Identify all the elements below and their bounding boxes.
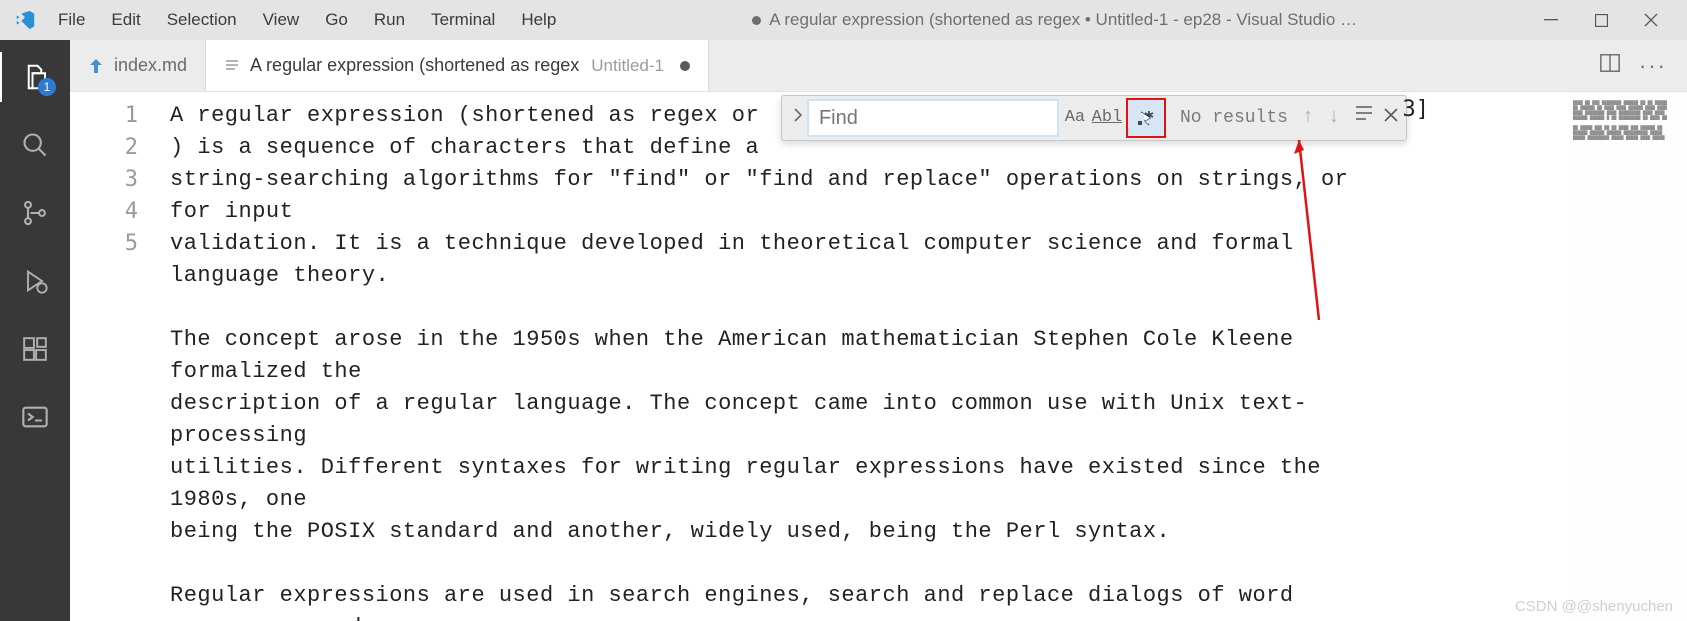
extensions-icon[interactable] bbox=[20, 334, 50, 364]
find-input[interactable] bbox=[808, 100, 1058, 136]
find-in-selection-icon[interactable] bbox=[1354, 102, 1374, 134]
watermark-text: CSDN @@shenyuchen bbox=[1515, 598, 1673, 615]
dirty-indicator-icon bbox=[680, 61, 690, 71]
window-title: A regular expression (shortened as regex… bbox=[568, 10, 1541, 30]
find-widget: Aa Abl No results ↑ ↓ bbox=[781, 95, 1407, 141]
minimap[interactable]: ████ ██ ███ ████████ ██████ ██ ██ ██████… bbox=[1567, 92, 1687, 621]
activity-bar: 1 bbox=[0, 40, 70, 621]
menu-help[interactable]: Help bbox=[509, 6, 568, 34]
editor-line bbox=[170, 292, 1390, 324]
menu-file[interactable]: File bbox=[46, 6, 97, 34]
editor-line: string-searching algorithms for "find" o… bbox=[170, 164, 1390, 228]
source-control-icon[interactable] bbox=[20, 198, 50, 228]
regex-toggle[interactable] bbox=[1126, 98, 1166, 138]
dirty-dot-icon bbox=[752, 16, 761, 25]
search-icon[interactable] bbox=[20, 130, 50, 160]
tab-bar: index.md A regular expression (shortened… bbox=[70, 40, 1687, 92]
editor-line: description of a regular language. The c… bbox=[170, 388, 1390, 452]
editor-line: validation. It is a technique developed … bbox=[170, 228, 1390, 292]
tab-label: index.md bbox=[114, 55, 187, 76]
peek-text: 3] bbox=[1403, 94, 1430, 126]
split-editor-icon[interactable] bbox=[1599, 52, 1621, 79]
prev-match-icon[interactable]: ↑ bbox=[1302, 102, 1314, 134]
next-match-icon[interactable]: ↓ bbox=[1328, 102, 1340, 134]
find-result-text: No results bbox=[1180, 102, 1288, 134]
title-bar: File Edit Selection View Go Run Terminal… bbox=[0, 0, 1687, 40]
run-debug-icon[interactable] bbox=[20, 266, 50, 296]
tab-untitled-1[interactable]: A regular expression (shortened as regex… bbox=[206, 40, 709, 91]
menu-run[interactable]: Run bbox=[362, 6, 417, 34]
window-title-text: A regular expression (shortened as regex… bbox=[769, 10, 1357, 30]
minimize-button[interactable] bbox=[1541, 10, 1561, 30]
whole-word-toggle[interactable]: Abl bbox=[1092, 103, 1122, 133]
vscode-logo-icon bbox=[14, 9, 36, 31]
tab-index-md[interactable]: index.md bbox=[70, 40, 206, 91]
editor-line bbox=[170, 548, 1390, 580]
more-actions-icon[interactable]: ··· bbox=[1639, 53, 1667, 79]
close-find-icon[interactable] bbox=[1384, 102, 1398, 134]
text-file-icon bbox=[224, 58, 240, 74]
match-case-toggle[interactable]: Aa bbox=[1060, 103, 1090, 133]
terminal-panel-icon[interactable] bbox=[20, 402, 50, 432]
editor-line: utilities. Different syntaxes for writin… bbox=[170, 452, 1390, 516]
line-numbers: 1 2 3 4 5 bbox=[70, 92, 170, 621]
editor-line: being the POSIX standard and another, wi… bbox=[170, 516, 1390, 548]
main-area: index.md A regular expression (shortened… bbox=[70, 40, 1687, 621]
menu-terminal[interactable]: Terminal bbox=[419, 6, 507, 34]
editor-content[interactable]: A regular expression (shortened as regex… bbox=[170, 92, 1567, 621]
tab-subtitle: Untitled-1 bbox=[591, 56, 664, 76]
menu-go[interactable]: Go bbox=[313, 6, 360, 34]
explorer-badge: 1 bbox=[38, 78, 56, 96]
close-button[interactable] bbox=[1641, 10, 1661, 30]
editor-line: The concept arose in the 1950s when the … bbox=[170, 324, 1390, 388]
editor[interactable]: 1 2 3 4 5 A regular expression (shortene… bbox=[70, 92, 1687, 621]
menu-edit[interactable]: Edit bbox=[99, 6, 152, 34]
window-controls bbox=[1541, 10, 1679, 30]
markdown-file-icon bbox=[88, 58, 104, 74]
explorer-icon[interactable]: 1 bbox=[20, 62, 50, 92]
menu-selection[interactable]: Selection bbox=[155, 6, 249, 34]
toggle-replace-icon[interactable] bbox=[788, 102, 808, 134]
tab-label: A regular expression (shortened as regex bbox=[250, 55, 579, 76]
maximize-button[interactable] bbox=[1591, 10, 1611, 30]
editor-line: Regular expressions are used in search e… bbox=[170, 580, 1390, 621]
menu-view[interactable]: View bbox=[251, 6, 312, 34]
menu-bar: File Edit Selection View Go Run Terminal… bbox=[46, 6, 568, 34]
